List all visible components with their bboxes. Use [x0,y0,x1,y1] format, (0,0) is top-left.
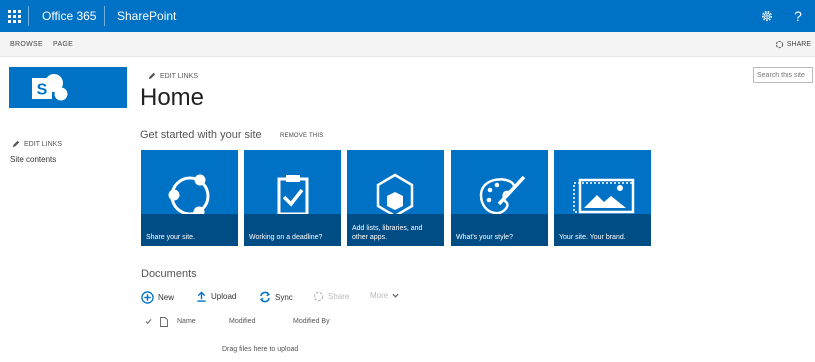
new-label: New [158,293,175,302]
share-button[interactable]: SHARE [775,40,811,49]
help-glyph: ? [794,8,802,24]
tile-deadline[interactable]: Working on a deadline? [244,150,341,246]
more-button[interactable]: More [370,291,399,300]
tile-label: Add lists, libraries, and other apps. [352,225,423,241]
divider [104,6,105,26]
pencil-icon [148,72,156,80]
clipboard-check-icon [277,175,309,214]
chevron-down-icon [392,293,399,298]
hexagon-app-icon [376,173,414,214]
sync-button[interactable]: Sync [259,291,293,303]
search-input[interactable] [753,67,813,83]
upload-button[interactable]: Upload [196,291,236,302]
remove-this-link[interactable]: REMOVE THIS [280,133,323,139]
office-365-brand[interactable]: Office 365 [42,9,96,23]
site-logo[interactable]: S [9,67,127,108]
app-launcher-icon[interactable] [0,0,28,32]
nav-item-site-contents[interactable]: Site contents [10,155,56,164]
tab-page[interactable]: PAGE [53,41,73,48]
tile-add-apps[interactable]: Add lists, libraries, and other apps. [347,150,444,246]
share-icon [775,40,784,49]
page-title: Home [140,84,205,111]
sharepoint-app-name[interactable]: SharePoint [117,9,176,23]
column-header-modified[interactable]: Modified [229,318,255,325]
file-type-icon [160,317,168,329]
get-started-title: Get started with your site [140,129,262,141]
tile-style[interactable]: What's your style? [451,150,548,246]
plus-circle-icon [141,291,154,304]
tile-label: What's your style? [456,234,513,241]
palette-icon [479,175,526,214]
top-edit-links[interactable]: EDIT LINKS [148,72,198,80]
upload-icon [197,291,206,302]
gear-icon[interactable] [757,6,777,26]
share-cmd-label: Share [328,292,350,301]
help-icon[interactable]: ? [788,6,808,26]
edit-links-label: EDIT LINKS [160,72,198,80]
sync-icon [259,291,271,303]
left-nav-edit-links[interactable]: EDIT LINKS [12,140,62,148]
divider [28,6,29,26]
new-button[interactable]: New [141,291,174,304]
documents-title[interactable]: Documents [141,268,197,280]
share-icon [168,174,210,214]
tile-label: Share your site. [146,234,196,241]
suite-bar: Office 365 SharePoint ? [0,0,815,32]
share-label: SHARE [786,41,811,48]
share-cmd-icon [313,291,324,302]
tile-share-site[interactable]: Share your site. [141,150,238,246]
share-cmd-button[interactable]: Share [313,291,349,302]
pencil-icon [12,140,20,148]
sync-label: Sync [275,292,293,302]
column-header-modified-by[interactable]: Modified By [293,318,330,325]
picture-icon [573,178,635,214]
select-all-check-icon[interactable] [145,318,152,327]
edit-links-label: EDIT LINKS [24,140,62,148]
tile-label: Working on a deadline? [249,234,323,241]
more-label: More [370,291,389,300]
tile-label: Your site. Your brand. [559,234,626,241]
upload-label: Upload [211,292,237,301]
tab-browse[interactable]: BROWSE [10,41,43,48]
drag-upload-hint: Drag files here to upload [222,346,299,353]
ribbon: BROWSE PAGE SHARE [0,32,815,57]
svg-text:S: S [37,82,48,99]
column-header-name[interactable]: Name [177,318,196,325]
tile-brand[interactable]: Your site. Your brand. [554,150,651,246]
